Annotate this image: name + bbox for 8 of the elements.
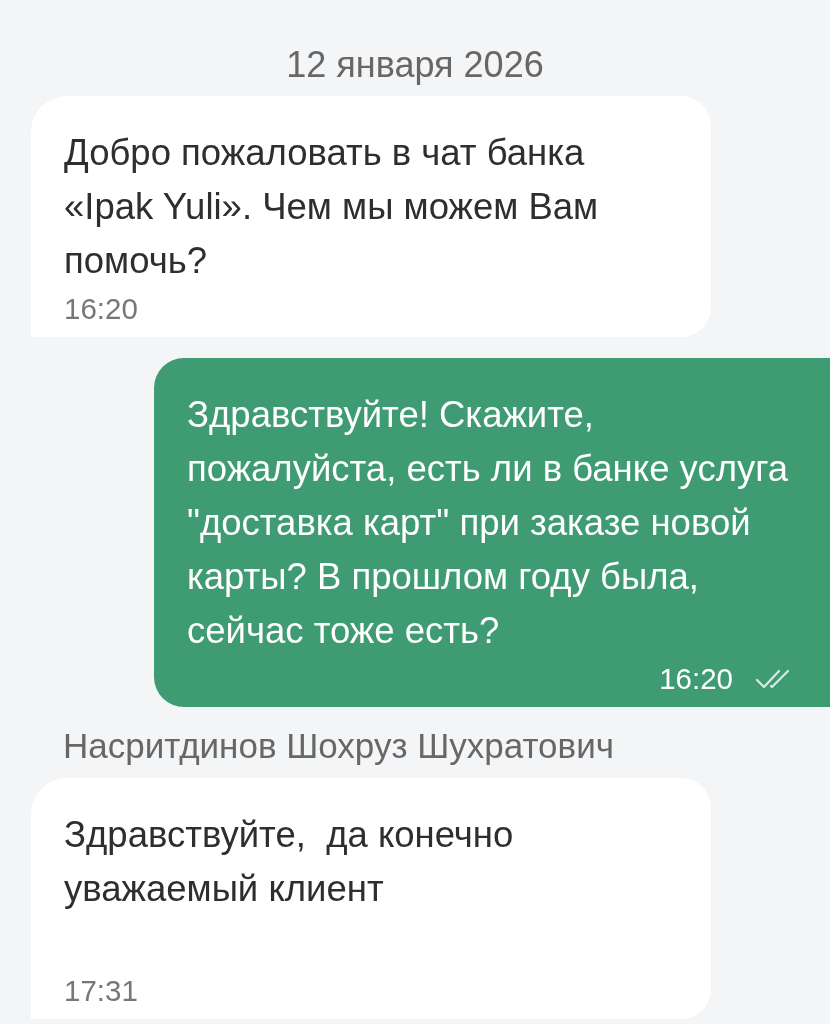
- date-separator: 12 января 2026: [286, 45, 544, 85]
- message-text: Здравствуйте! Скажите, пожалуйста, есть ли в банке услуга "доставка карт" при заказе новой карты? В прошлом году была, сейчас тоже есть?: [187, 393, 790, 653]
- message-time: 16:20: [64, 291, 138, 327]
- message-text: Здравствуйте, да конечно уважаемый клиент: [64, 813, 515, 911]
- message-time: 16:20: [659, 661, 733, 697]
- message-time: 17:31: [64, 973, 138, 1009]
- sender-name: Насритдинов Шохруз Шухратович: [63, 726, 614, 766]
- message-text: Добро пожаловать в чат банка «Ipak Yuli». Чем мы можем Вам помочь?: [64, 131, 600, 283]
